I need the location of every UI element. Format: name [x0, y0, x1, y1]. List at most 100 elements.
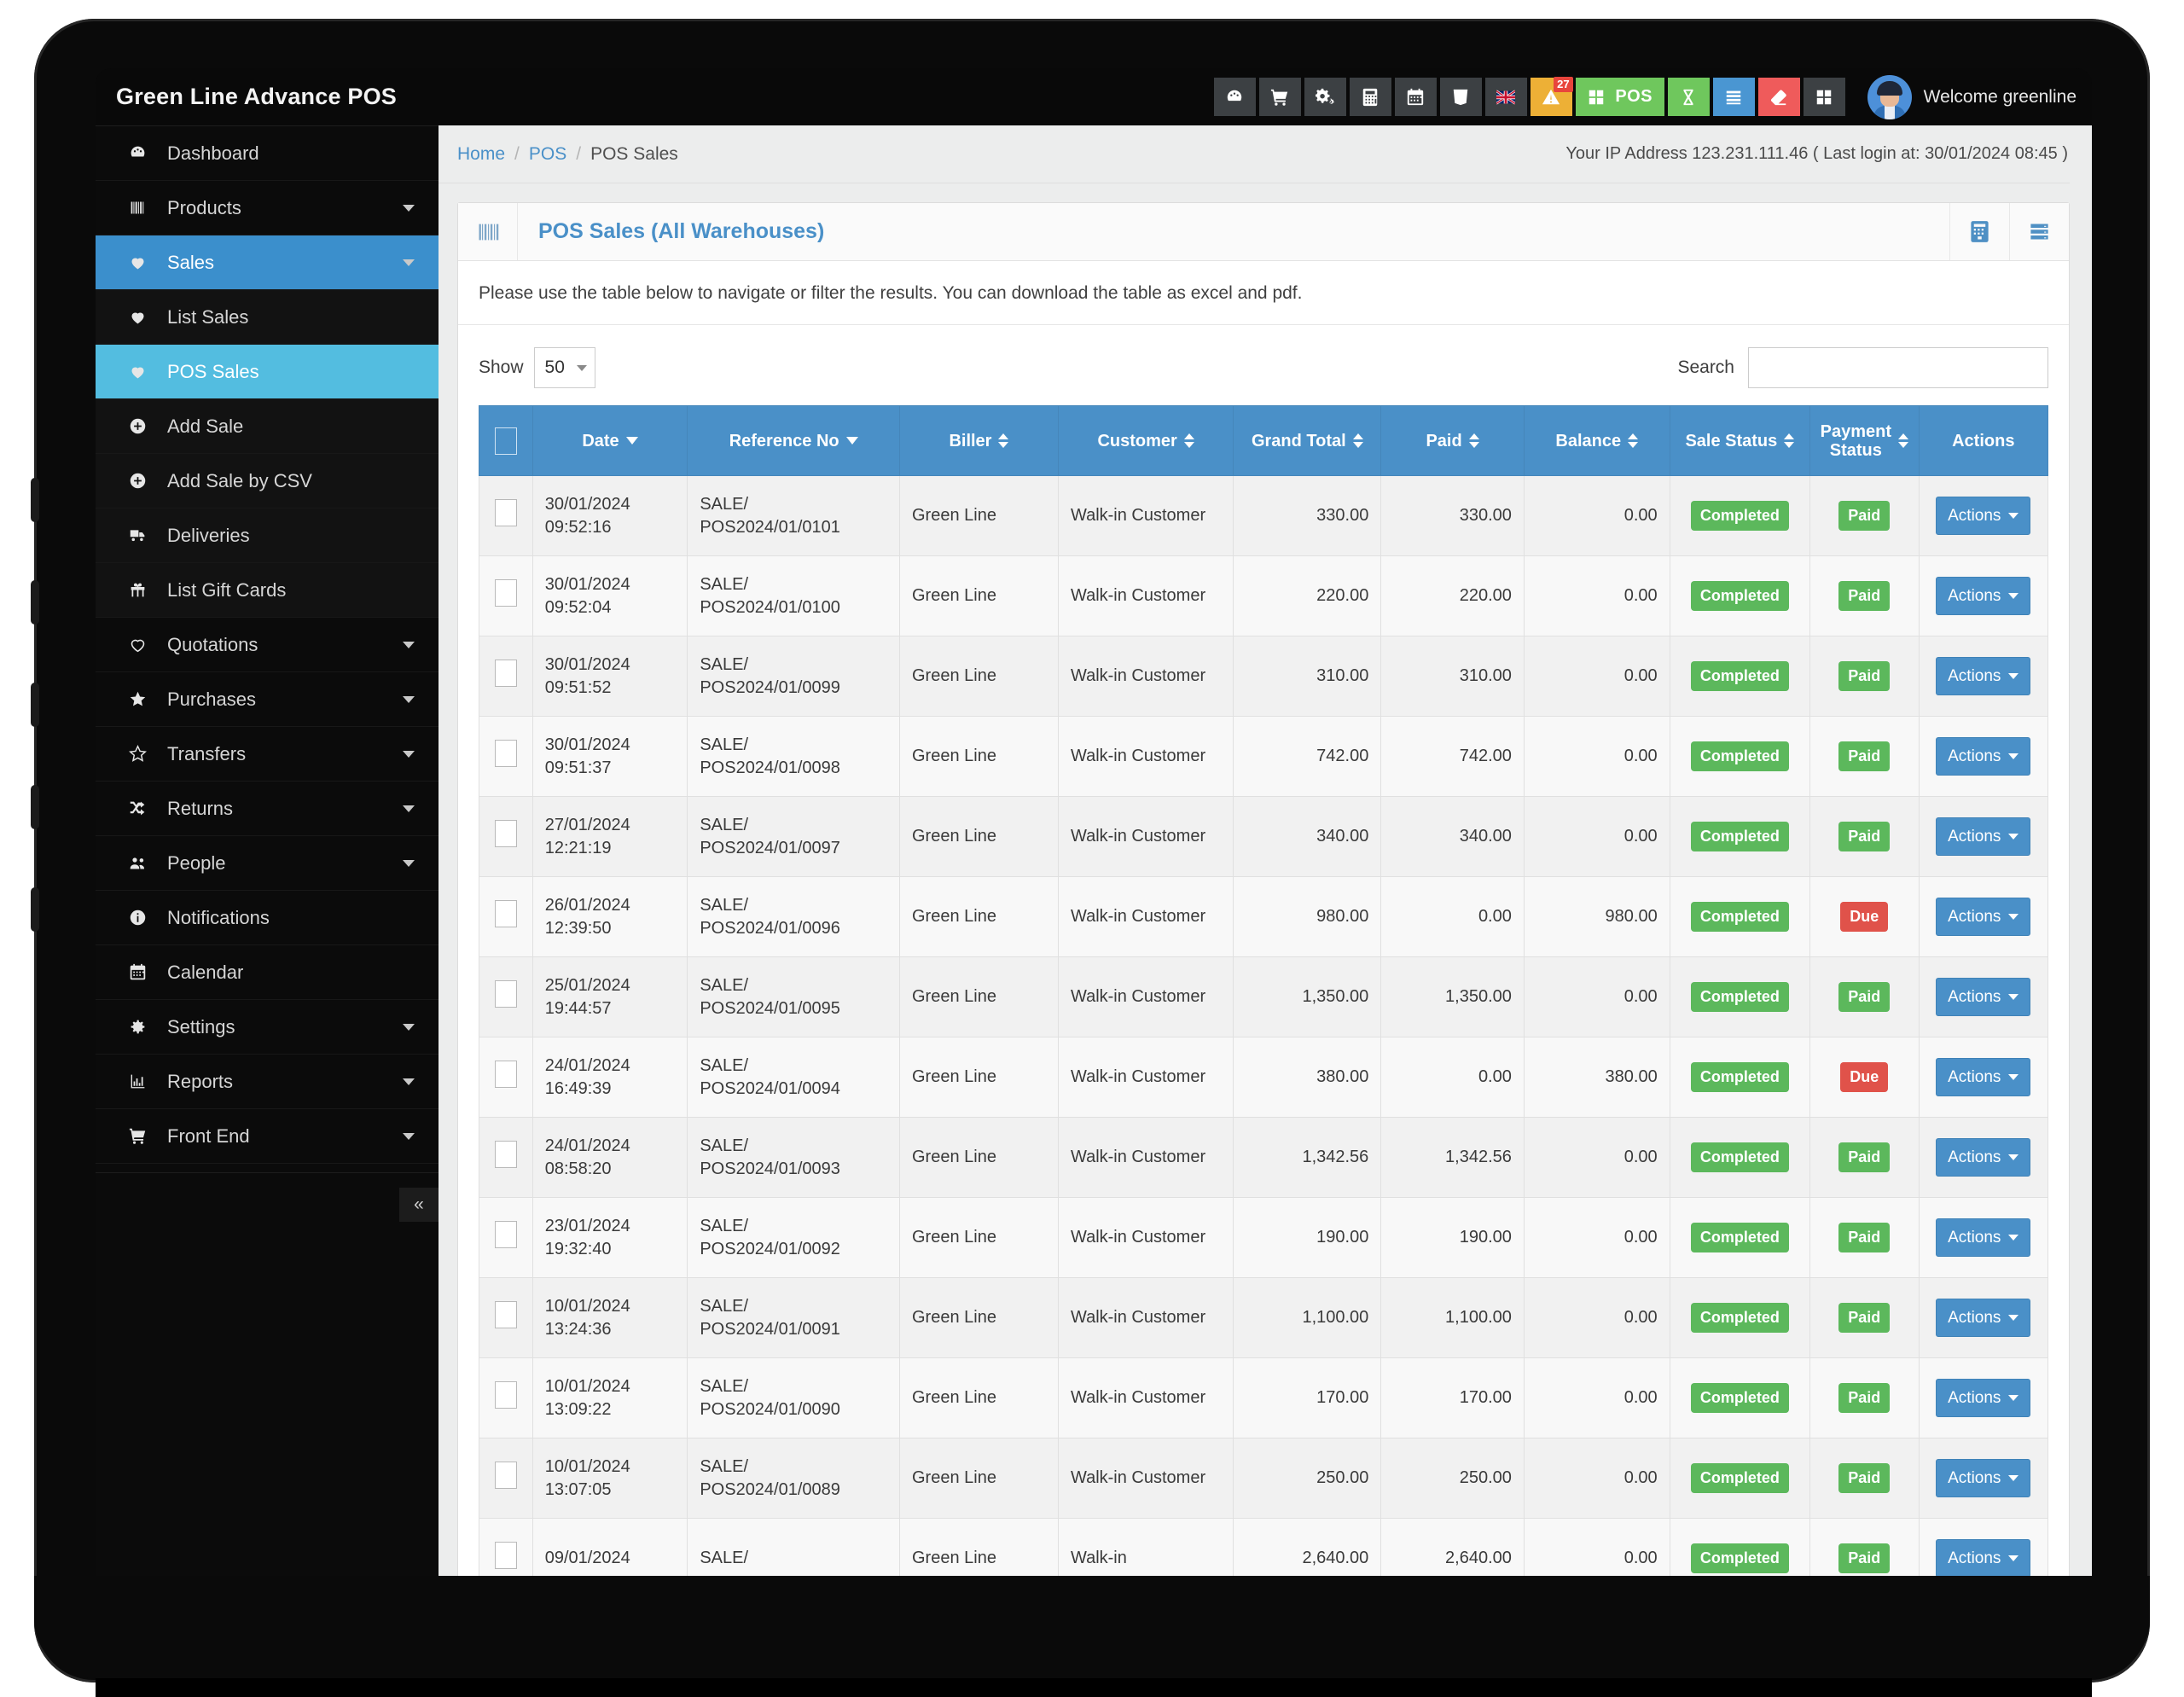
table-header-balance[interactable]: Balance [1524, 406, 1670, 476]
table-header-date[interactable]: Date [532, 406, 688, 476]
actions-dropdown-button[interactable]: Actions [1936, 497, 2030, 536]
cart-icon-button[interactable] [1259, 78, 1301, 116]
table-header-biller[interactable]: Biller [899, 406, 1058, 476]
css3-icon-button[interactable] [1440, 78, 1482, 116]
table-row[interactable]: 25/01/2024 19:44:57SALE/ POS2024/01/0095… [479, 957, 2048, 1037]
sidebar-item-quotations[interactable]: Quotations [96, 618, 439, 672]
actions-dropdown-button[interactable]: Actions [1936, 1138, 2030, 1177]
actions-dropdown-button[interactable]: Actions [1936, 657, 2030, 696]
sidebar-item-sales[interactable]: Sales [96, 235, 439, 290]
table-row[interactable]: 27/01/2024 12:21:19SALE/ POS2024/01/0097… [479, 797, 2048, 877]
actions-dropdown-button[interactable]: Actions [1936, 1459, 2030, 1498]
sidebar-item-calendar[interactable]: Calendar [96, 945, 439, 1000]
sidebar-item-settings[interactable]: Settings [96, 1000, 439, 1055]
sort-both-icon[interactable] [1353, 433, 1363, 448]
breadcrumb-pos[interactable]: POS [529, 144, 566, 165]
actions-dropdown-button[interactable]: Actions [1936, 1299, 2030, 1338]
sidebar-item-notifications[interactable]: Notifications [96, 891, 439, 945]
sidebar-item-returns[interactable]: Returns [96, 782, 439, 836]
eraser-button[interactable] [1758, 78, 1800, 116]
show-entries-select[interactable]: 50 [534, 347, 595, 388]
dashboard-icon-button[interactable] [1214, 78, 1256, 116]
row-checkbox[interactable] [495, 980, 517, 1008]
actions-dropdown-button[interactable]: Actions [1936, 1539, 2030, 1578]
row-checkbox[interactable] [495, 1381, 517, 1409]
gears-icon-button[interactable] [1304, 78, 1346, 116]
sort-desc-icon[interactable] [846, 437, 858, 445]
sort-both-icon[interactable] [1898, 433, 1908, 448]
breadcrumb-home[interactable]: Home [457, 144, 505, 165]
actions-dropdown-button[interactable]: Actions [1936, 1218, 2030, 1258]
sidebar-item-reports[interactable]: Reports [96, 1055, 439, 1109]
actions-dropdown-button[interactable]: Actions [1936, 898, 2030, 937]
table-row[interactable]: 23/01/2024 19:32:40SALE/ POS2024/01/0092… [479, 1198, 2048, 1278]
actions-dropdown-button[interactable]: Actions [1936, 1379, 2030, 1418]
sidebar-item-list-sales[interactable]: List Sales [96, 290, 439, 345]
table-header-reference-no[interactable]: Reference No [688, 406, 900, 476]
actions-dropdown-button[interactable]: Actions [1936, 978, 2030, 1017]
sort-both-icon[interactable] [1469, 433, 1479, 448]
row-checkbox[interactable] [495, 740, 517, 767]
hourglass-button[interactable] [1668, 78, 1710, 116]
sort-both-icon[interactable] [998, 433, 1008, 448]
row-checkbox[interactable] [495, 1462, 517, 1489]
table-scroll-area[interactable]: DateReference NoBillerCustomerGrand Tota… [458, 405, 2069, 1599]
uk-flag-icon-button[interactable] [1485, 78, 1527, 116]
table-row[interactable]: 10/01/2024 13:09:22SALE/ POS2024/01/0090… [479, 1358, 2048, 1438]
row-checkbox[interactable] [495, 1221, 517, 1248]
row-checkbox[interactable] [495, 1542, 517, 1569]
row-checkbox[interactable] [495, 1061, 517, 1088]
sidebar-item-people[interactable]: People [96, 836, 439, 891]
table-row[interactable]: 24/01/2024 08:58:20SALE/ POS2024/01/0093… [479, 1118, 2048, 1198]
row-checkbox[interactable] [495, 579, 517, 607]
table-row[interactable]: 10/01/2024 13:07:05SALE/ POS2024/01/0089… [479, 1438, 2048, 1519]
table-row[interactable]: 26/01/2024 12:39:50SALE/ POS2024/01/0096… [479, 877, 2048, 957]
actions-dropdown-button[interactable]: Actions [1936, 737, 2030, 776]
table-row[interactable]: 30/01/2024 09:51:52SALE/ POS2024/01/0099… [479, 636, 2048, 717]
sort-both-icon[interactable] [1184, 433, 1194, 448]
apps-grid-button[interactable] [1804, 78, 1845, 116]
table-header-paid[interactable]: Paid [1381, 406, 1525, 476]
row-checkbox[interactable] [495, 820, 517, 847]
server-list-button[interactable] [2009, 203, 2069, 260]
sidebar-item-transfers[interactable]: Transfers [96, 727, 439, 782]
sidebar-item-dashboard[interactable]: Dashboard [96, 126, 439, 181]
sidebar-item-products[interactable]: Products [96, 181, 439, 235]
calculator-panel-button[interactable] [1949, 203, 2009, 260]
table-row[interactable]: 24/01/2024 16:49:39SALE/ POS2024/01/0094… [479, 1037, 2048, 1118]
table-header-select-all[interactable] [479, 406, 533, 476]
actions-dropdown-button[interactable]: Actions [1936, 817, 2030, 857]
row-checkbox[interactable] [495, 660, 517, 687]
sidebar-collapse-button[interactable]: « [399, 1188, 439, 1222]
actions-dropdown-button[interactable]: Actions [1936, 1058, 2030, 1097]
table-row[interactable]: 30/01/2024 09:51:37SALE/ POS2024/01/0098… [479, 717, 2048, 797]
sort-both-icon[interactable] [1628, 433, 1638, 448]
row-checkbox[interactable] [495, 499, 517, 526]
row-checkbox[interactable] [495, 900, 517, 927]
table-header-payment-status[interactable]: Payment Status [1810, 406, 1920, 476]
table-row[interactable]: 30/01/2024 09:52:16SALE/ POS2024/01/0101… [479, 476, 2048, 556]
table-header-grand-total[interactable]: Grand Total [1234, 406, 1381, 476]
select-all-checkbox[interactable] [495, 427, 517, 455]
table-header-actions[interactable]: Actions [1919, 406, 2048, 476]
pos-button[interactable]: POS [1576, 78, 1664, 116]
table-row[interactable]: 30/01/2024 09:52:04SALE/ POS2024/01/0100… [479, 556, 2048, 636]
table-header-sale-status[interactable]: Sale Status [1670, 406, 1809, 476]
sidebar-item-deliveries[interactable]: Deliveries [96, 509, 439, 563]
row-checkbox[interactable] [495, 1141, 517, 1168]
sidebar-item-add-sale-by-csv[interactable]: Add Sale by CSV [96, 454, 439, 509]
sidebar-item-front-end[interactable]: Front End [96, 1109, 439, 1164]
list-button[interactable] [1713, 78, 1755, 116]
sort-both-icon[interactable] [1784, 433, 1794, 448]
user-menu[interactable]: Welcome greenline [1867, 75, 2077, 119]
actions-dropdown-button[interactable]: Actions [1936, 577, 2030, 616]
sort-desc-icon[interactable] [626, 437, 638, 445]
sidebar-item-purchases[interactable]: Purchases [96, 672, 439, 727]
row-checkbox[interactable] [495, 1301, 517, 1328]
sidebar-item-pos-sales[interactable]: POS Sales [96, 345, 439, 399]
calculator-icon-button[interactable] [1350, 78, 1391, 116]
warning-alert-button[interactable]: 27 [1531, 78, 1572, 116]
search-input[interactable] [1748, 347, 2048, 388]
calendar-icon-button[interactable] [1395, 78, 1437, 116]
sidebar-item-add-sale[interactable]: Add Sale [96, 399, 439, 454]
